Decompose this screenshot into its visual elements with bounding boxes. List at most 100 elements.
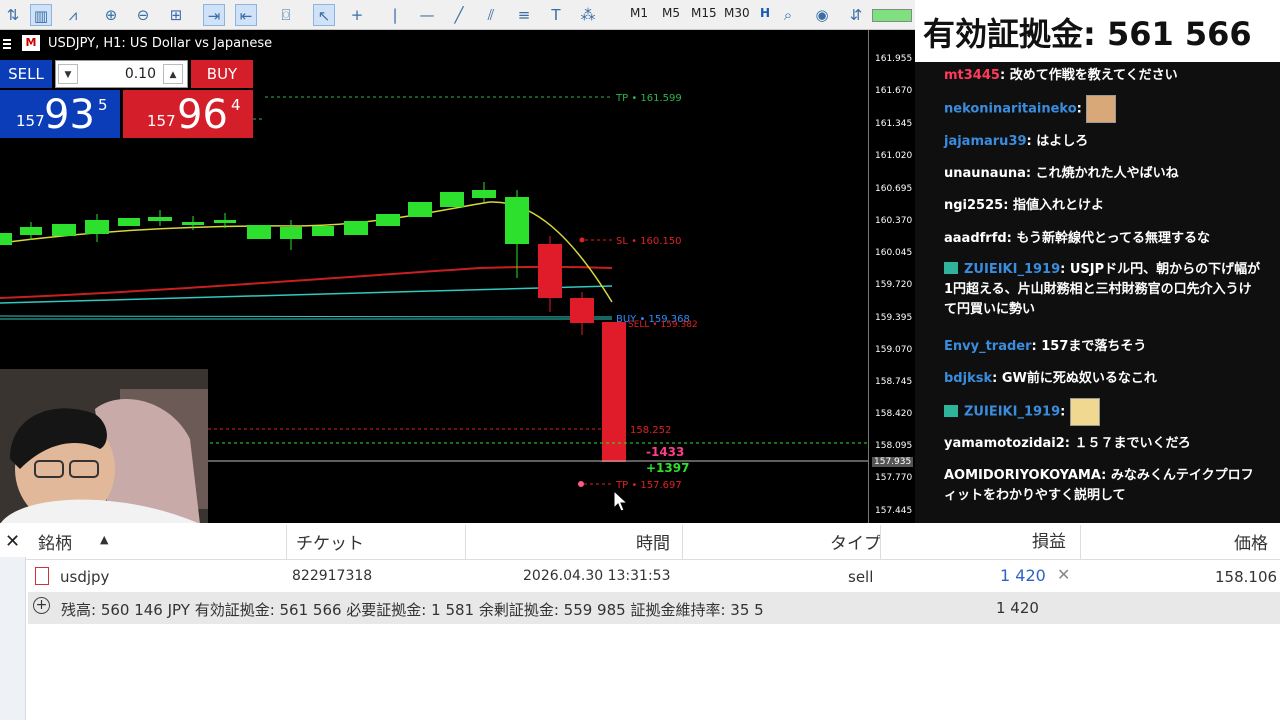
chat-username[interactable]: yamamotozidai2	[944, 436, 1065, 451]
document-icon	[35, 567, 49, 585]
vertical-line-icon[interactable]: |	[384, 4, 406, 26]
account-icon[interactable]: ◉	[811, 4, 833, 26]
text-icon[interactable]: T	[545, 4, 567, 26]
lot-decrease-button[interactable]: ▼	[58, 64, 78, 84]
close-panel-icon[interactable]: ✕	[5, 531, 20, 552]
chat-username[interactable]: Envy_trader	[944, 339, 1032, 354]
chat-text: 改めて作戦を教えてください	[1009, 68, 1178, 83]
ma-red	[0, 265, 613, 299]
new-order-icon[interactable]: ⇅	[2, 4, 24, 26]
sort-asc-icon[interactable]: ▲	[100, 533, 108, 546]
chat-separator: :	[1060, 404, 1070, 420]
price-axis-label: 160.045	[875, 248, 913, 258]
header-price[interactable]: 価格	[1234, 529, 1268, 554]
lot-increase-button[interactable]: ▲	[163, 64, 183, 84]
timeframe-m30[interactable]: M30	[724, 6, 750, 20]
header-type[interactable]: タイプ	[830, 529, 881, 554]
sell-label-button[interactable]: SELL	[0, 60, 52, 88]
fibonacci-icon[interactable]: ≡	[513, 4, 535, 26]
chat-text: 指値入れとけよ	[1012, 198, 1104, 213]
timeframe-m1[interactable]: M1	[630, 6, 648, 20]
chat-username[interactable]: ZUIEIKI_1919	[964, 262, 1060, 277]
lot-value[interactable]: 0.10	[86, 66, 156, 82]
channel-icon[interactable]: ⫽	[480, 4, 502, 26]
price-axis-label: 160.370	[875, 216, 913, 226]
chat-message: Envy_trader: 157まで落ちそう	[944, 337, 1264, 357]
cell-type: sell	[848, 568, 874, 586]
lot-size-input[interactable]: ▼ 0.10 ▲	[55, 60, 188, 88]
tp-bottom-label: TP • 157.697	[615, 480, 682, 491]
shapes-icon[interactable]: ⁂	[577, 4, 599, 26]
price-axis-label: 161.955	[875, 54, 913, 64]
sticker-emoji-icon	[1086, 95, 1117, 123]
header-time[interactable]: 時間	[636, 529, 670, 554]
zoom-in-icon[interactable]: ⊕	[100, 4, 122, 26]
grid-icon[interactable]: ⊞	[165, 4, 187, 26]
chat-username[interactable]: unaunauna	[944, 166, 1026, 181]
buy-price-button[interactable]: 157 96 4	[123, 90, 253, 138]
price-axis-label: 157.935	[872, 457, 914, 467]
member-badge-icon	[944, 262, 958, 274]
sell-price-pips: 93	[44, 92, 95, 138]
cell-time: 2026.04.30 13:31:53	[523, 568, 671, 584]
search-icon[interactable]: ⌕	[777, 4, 799, 26]
one-click-trading-panel: SELL ▼ 0.10 ▲ BUY 157 93 5 157 96 4	[0, 58, 253, 140]
price-axis-label: 160.695	[875, 184, 913, 194]
chat-message: mt3445: 改めて作戦を教えてください	[944, 66, 1264, 86]
chat-separator: :	[1031, 339, 1042, 354]
buy-level	[0, 315, 613, 318]
toolbar: ⇅ ▥ ⩘ ⊕ ⊖ ⊞ ⇥ ⇤ ⌼ ↖ + | — ╱ ⫽ ≡ T ⁂ M1 M…	[0, 0, 915, 30]
screenshot-icon[interactable]: ⌼	[275, 4, 297, 26]
line-chart-icon[interactable]: ⩘	[62, 4, 84, 26]
sell-price-button[interactable]: 157 93 5	[0, 90, 120, 138]
webcam-overlay	[0, 369, 208, 524]
chat-separator: :	[1003, 198, 1013, 213]
chat-username[interactable]: jajamaru39	[944, 134, 1027, 149]
account-summary-row[interactable]: + 残高: 560 146 JPY 有効証拠金: 561 566 必要証拠金: …	[28, 592, 1280, 624]
chat-username[interactable]: ngi2525	[944, 198, 1003, 213]
price-axis-label: 158.420	[875, 409, 913, 419]
trendline-icon[interactable]: ╱	[448, 4, 470, 26]
crosshair-icon[interactable]: +	[346, 4, 368, 26]
chat-text: １５７までいくだろ	[1074, 436, 1191, 451]
horizontal-line-icon[interactable]: —	[416, 4, 438, 26]
cell-profit: 1 420	[1000, 566, 1046, 585]
buy-label-button[interactable]: BUY	[191, 60, 253, 88]
chat-username[interactable]: AOMIDORIYOKOYAMA	[944, 468, 1101, 483]
equity-overlay-text: 有効証拠金: 561 566	[923, 15, 1252, 53]
price-axis-label: 157.770	[875, 473, 913, 483]
chat-username[interactable]: aaadfrfd	[944, 231, 1007, 246]
header-symbol[interactable]: 銘柄	[38, 529, 72, 554]
header-ticket[interactable]: チケット	[296, 529, 364, 554]
chat-username[interactable]: mt3445	[944, 68, 1000, 83]
autoscroll-icon[interactable]: ⇥	[203, 4, 225, 26]
header-profit[interactable]: 損益	[1032, 527, 1066, 552]
cursor-icon[interactable]: ↖	[313, 4, 335, 26]
expand-icon[interactable]: +	[33, 597, 50, 614]
chat-separator: :	[1076, 101, 1087, 117]
candlestick-chart-icon[interactable]: ▥	[30, 4, 52, 26]
zoom-out-icon[interactable]: ⊖	[132, 4, 154, 26]
chat-separator: :	[1064, 436, 1075, 451]
member-badge-icon	[944, 404, 958, 417]
chat-message: ngi2525: 指値入れとけよ	[944, 196, 1264, 216]
sell-price-fraction: 5	[98, 96, 108, 114]
price-axis: 161.955 161.670 161.345 161.020 160.695 160.3…	[868, 30, 915, 523]
chart-shift-icon[interactable]: ⇤	[235, 4, 257, 26]
timeframe-h[interactable]: H	[760, 6, 770, 20]
close-position-icon[interactable]: ✕	[1057, 565, 1070, 584]
chat-text: これ焼かれた人やばいね	[1035, 166, 1179, 181]
timeframe-m15[interactable]: M15	[691, 6, 717, 20]
chat-message: ZUIEIKI_1919: USJPドル円、朝からの下げ幅が1円超える、片山財務…	[944, 260, 1264, 320]
chat-username[interactable]: ZUIEIKI_1919	[964, 405, 1060, 420]
chat-separator: :	[992, 371, 1002, 386]
chat-username[interactable]: bdjksk	[944, 371, 992, 386]
chat-text: GW前に死ぬ奴いるなこれ	[1001, 371, 1157, 386]
signal-icon[interactable]: ⇵	[845, 4, 867, 26]
chat-separator: :	[1025, 166, 1036, 181]
ma-cyan	[0, 285, 613, 304]
timeframe-m5[interactable]: M5	[662, 6, 680, 20]
chat-username[interactable]: nekoninaritaineko	[944, 102, 1077, 117]
chat-separator: :	[1006, 231, 1017, 246]
buy-price-pips: 96	[177, 92, 228, 138]
